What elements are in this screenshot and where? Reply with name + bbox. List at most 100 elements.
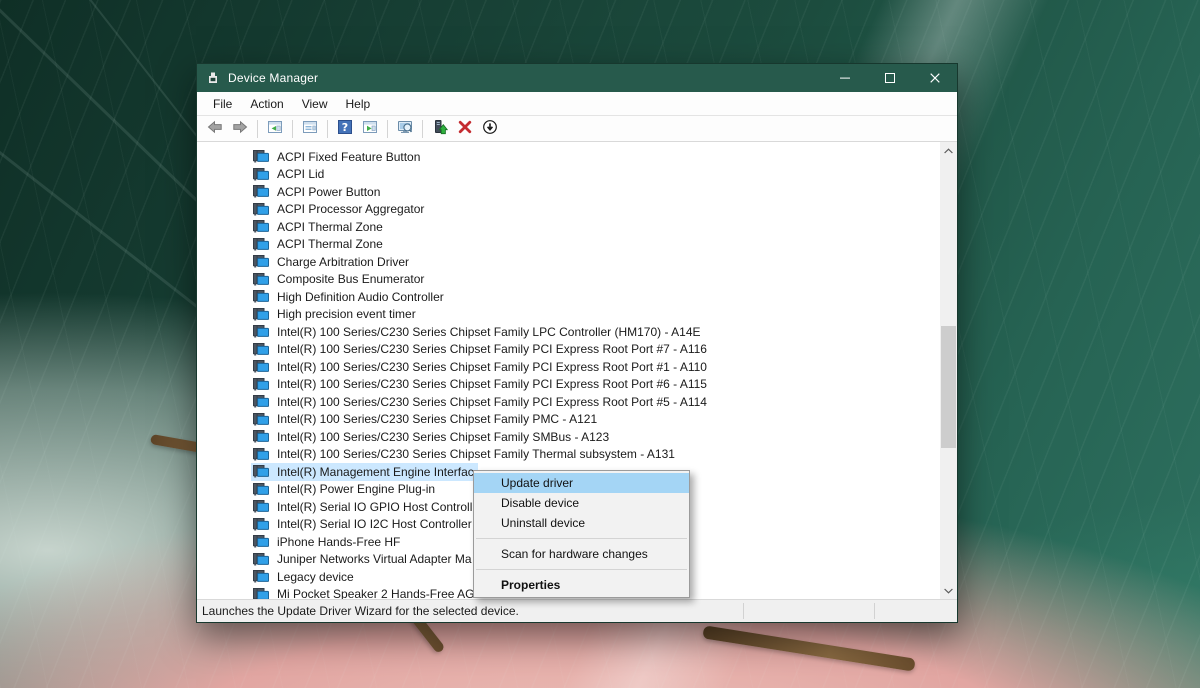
- device-row[interactable]: Composite Bus Enumerator: [197, 271, 940, 289]
- context-menu-item-update-driver[interactable]: Update driver: [474, 473, 689, 493]
- show-action-pane-icon: [362, 119, 378, 138]
- context-menu-item-uninstall-device[interactable]: Uninstall device: [474, 513, 689, 533]
- maximize-button[interactable]: [867, 64, 912, 92]
- system-device-icon: [253, 430, 273, 443]
- system-device-icon: [253, 168, 273, 181]
- device-label: Intel(R) 100 Series/C230 Series Chipset …: [277, 395, 707, 409]
- system-device-icon: [253, 500, 273, 513]
- window-title: Device Manager: [228, 71, 822, 85]
- system-device-icon: [253, 518, 273, 531]
- device-row-content: Intel(R) 100 Series/C230 Series Chipset …: [251, 341, 711, 359]
- device-row[interactable]: Intel(R) 100 Series/C230 Series Chipset …: [197, 323, 940, 341]
- device-row[interactable]: ACPI Fixed Feature Button: [197, 148, 940, 166]
- system-device-icon: [253, 588, 273, 599]
- device-row[interactable]: Intel(R) 100 Series/C230 Series Chipset …: [197, 411, 940, 429]
- context-menu-item-properties[interactable]: Properties: [474, 575, 689, 595]
- menu-file[interactable]: File: [204, 93, 241, 115]
- device-row[interactable]: ACPI Thermal Zone: [197, 236, 940, 254]
- scroll-down-button[interactable]: [940, 582, 957, 599]
- device-label: ACPI Processor Aggregator: [277, 202, 424, 216]
- update-driver-button[interactable]: [428, 118, 452, 140]
- system-device-icon: [253, 150, 273, 163]
- system-device-icon: [253, 220, 273, 233]
- close-icon: [930, 73, 940, 83]
- device-row-content: Intel(R) Serial IO I2C Host Controller: [251, 516, 476, 534]
- system-device-icon: [253, 483, 273, 496]
- device-row[interactable]: High precision event timer: [197, 306, 940, 324]
- menu-view[interactable]: View: [293, 93, 337, 115]
- scrollbar-thumb[interactable]: [941, 326, 956, 448]
- properties-icon: [302, 119, 318, 138]
- device-row-content: ACPI Thermal Zone: [251, 236, 387, 254]
- show-action-pane-button[interactable]: [358, 118, 382, 140]
- titlebar[interactable]: Device Manager: [197, 64, 957, 92]
- system-device-icon: [253, 395, 273, 408]
- device-row-content: Charge Arbitration Driver: [251, 253, 413, 271]
- device-label: Legacy device: [277, 570, 354, 584]
- device-row-content: Composite Bus Enumerator: [251, 271, 428, 289]
- device-row-content: High Definition Audio Controller: [251, 288, 448, 306]
- device-row[interactable]: Intel(R) 100 Series/C230 Series Chipset …: [197, 341, 940, 359]
- system-device-icon: [253, 325, 273, 338]
- device-row[interactable]: Intel(R) 100 Series/C230 Series Chipset …: [197, 358, 940, 376]
- device-row-content: Intel(R) 100 Series/C230 Series Chipset …: [251, 446, 679, 464]
- forward-button[interactable]: [228, 118, 252, 140]
- device-label: Intel(R) 100 Series/C230 Series Chipset …: [277, 430, 609, 444]
- show-console-tree-button[interactable]: [263, 118, 287, 140]
- context-menu-item-disable-device[interactable]: Disable device: [474, 493, 689, 513]
- disable-button[interactable]: [478, 118, 502, 140]
- device-row[interactable]: ACPI Power Button: [197, 183, 940, 201]
- system-device-icon: [253, 570, 273, 583]
- update-driver-icon: [432, 119, 448, 138]
- toolbar-separator: [327, 120, 328, 138]
- minimize-button[interactable]: [822, 64, 867, 92]
- device-label: Juniper Networks Virtual Adapter Ma: [277, 552, 472, 566]
- device-row[interactable]: Intel(R) 100 Series/C230 Series Chipset …: [197, 428, 940, 446]
- close-button[interactable]: [912, 64, 957, 92]
- device-label: Mi Pocket Speaker 2 Hands-Free AG: [277, 587, 474, 599]
- system-device-icon: [253, 185, 273, 198]
- device-row[interactable]: ACPI Processor Aggregator: [197, 201, 940, 219]
- properties-button[interactable]: [298, 118, 322, 140]
- context-menu-separator: [476, 538, 687, 539]
- device-row-content: Intel(R) Serial IO GPIO Host Controll: [251, 498, 476, 516]
- device-manager-app-icon: [205, 70, 221, 86]
- system-device-icon: [253, 360, 273, 373]
- device-label: Intel(R) 100 Series/C230 Series Chipset …: [277, 377, 707, 391]
- toolbar-separator: [257, 120, 258, 138]
- statusbar: Launches the Update Driver Wizard for th…: [197, 599, 957, 622]
- scan-for-hardware-changes-button[interactable]: [393, 118, 417, 140]
- scroll-up-button[interactable]: [940, 142, 957, 159]
- device-row[interactable]: ACPI Lid: [197, 166, 940, 184]
- device-label: High precision event timer: [277, 307, 416, 321]
- device-row[interactable]: High Definition Audio Controller: [197, 288, 940, 306]
- context-menu-item-scan-for-hardware-changes[interactable]: Scan for hardware changes: [474, 544, 689, 564]
- device-row[interactable]: Charge Arbitration Driver: [197, 253, 940, 271]
- system-device-icon: [253, 448, 273, 461]
- context-menu: Update driverDisable deviceUninstall dev…: [473, 470, 690, 598]
- device-row[interactable]: ACPI Thermal Zone: [197, 218, 940, 236]
- device-row-content: iPhone Hands-Free HF: [251, 533, 404, 551]
- device-label: Intel(R) 100 Series/C230 Series Chipset …: [277, 342, 707, 356]
- device-label: Intel(R) Serial IO I2C Host Controller: [277, 517, 472, 531]
- device-row-content: Intel(R) 100 Series/C230 Series Chipset …: [251, 393, 711, 411]
- system-device-icon: [253, 308, 273, 321]
- uninstall-button[interactable]: [453, 118, 477, 140]
- menu-help[interactable]: Help: [337, 93, 380, 115]
- help-icon: ?: [337, 119, 353, 138]
- device-label: ACPI Thermal Zone: [277, 237, 383, 251]
- vertical-scrollbar[interactable]: [940, 142, 957, 599]
- uninstall-icon: [457, 119, 473, 138]
- back-button[interactable]: [203, 118, 227, 140]
- device-row[interactable]: Intel(R) 100 Series/C230 Series Chipset …: [197, 393, 940, 411]
- menu-action[interactable]: Action: [241, 93, 292, 115]
- system-device-icon: [253, 290, 273, 303]
- system-device-icon: [253, 378, 273, 391]
- device-row[interactable]: Intel(R) 100 Series/C230 Series Chipset …: [197, 376, 940, 394]
- device-label: Intel(R) 100 Series/C230 Series Chipset …: [277, 360, 707, 374]
- help-button[interactable]: ?: [333, 118, 357, 140]
- statusbar-divider: [743, 603, 744, 619]
- device-label: ACPI Fixed Feature Button: [277, 150, 420, 164]
- minimize-icon: [840, 73, 850, 83]
- device-row[interactable]: Intel(R) 100 Series/C230 Series Chipset …: [197, 446, 940, 464]
